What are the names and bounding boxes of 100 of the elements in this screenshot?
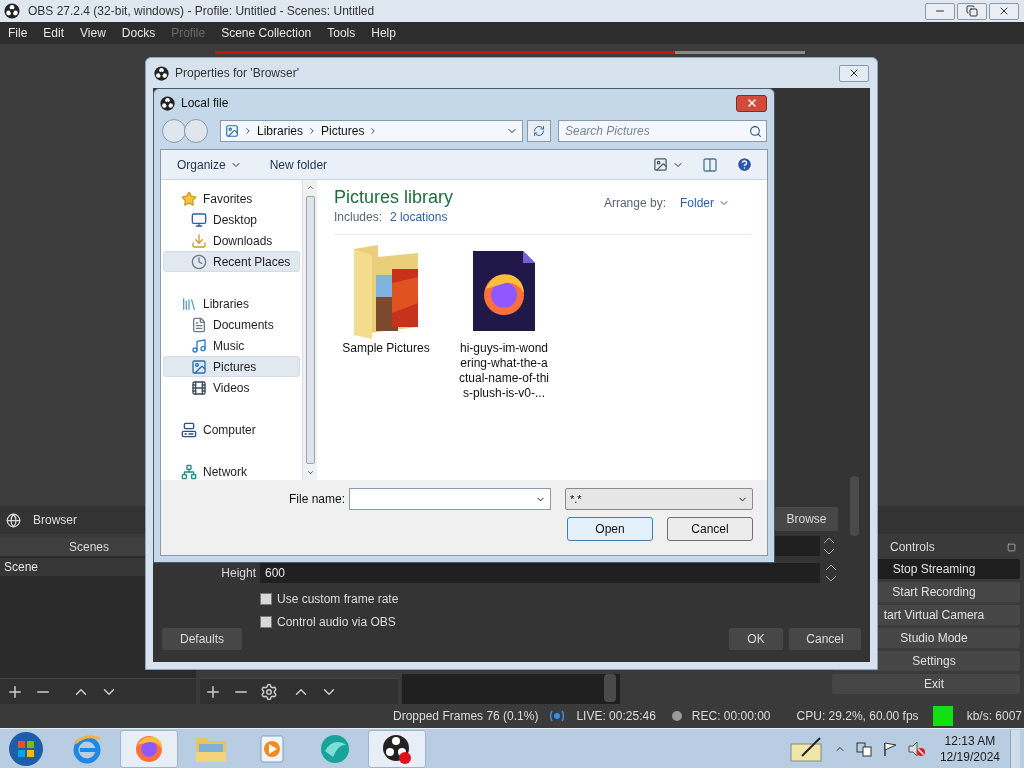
obs-logo-icon [4,3,20,19]
menu-item[interactable]: Help [371,24,396,42]
minimize-button[interactable] [925,2,955,20]
arrange-dropdown[interactable]: Folder [680,194,730,212]
clock-date[interactable]: 12/19/2024 [939,748,1000,765]
scroll-down-icon[interactable] [305,468,315,477]
flag-icon[interactable] [881,740,898,757]
menu-item[interactable]: View [80,24,106,42]
restore-icon [966,5,978,17]
nav-item[interactable]: Downloads [163,230,300,251]
file-name-field[interactable] [349,488,551,510]
close-button[interactable] [736,94,767,112]
cancel-button[interactable]: Cancel [667,517,753,541]
defaults-button[interactable]: Defaults [162,628,242,650]
dialog-title: Properties for 'Browser' [175,65,299,82]
monitor-icon [191,211,207,228]
spinner-icon[interactable] [824,563,838,583]
nav-item[interactable]: Videos [163,377,300,398]
status-square-icon [932,706,953,726]
live-time: LIVE: 00:25:46 [576,708,656,725]
dock-title: Scenes [69,539,109,556]
download-icon [191,232,207,249]
checkbox-label: Control audio via OBS [277,614,396,631]
scrollbar [604,674,616,702]
clock-time[interactable]: 12:13 AM [944,732,996,749]
nav-item[interactable]: Documents [163,314,300,335]
new-folder-button[interactable]: New folder [269,155,328,174]
nav-item[interactable]: Libraries [163,293,300,314]
checkbox[interactable] [260,593,272,605]
record-dot-icon [671,711,682,721]
organize-button[interactable]: Organize [177,155,242,174]
forward-button[interactable] [184,119,208,143]
nav-item[interactable]: Recent Places [163,251,300,272]
dropped-frames: Dropped Frames 76 (0.1%) [393,707,539,725]
cancel-button[interactable]: Cancel [789,628,861,650]
control-button[interactable]: Exit [832,674,1020,694]
nav-item[interactable]: Favorites [163,188,300,209]
nav-item[interactable]: Computer [163,419,300,440]
library-title: Pictures library [334,186,454,208]
locations-link[interactable]: 2 locations [390,208,448,226]
dock-title: Controls [890,539,935,556]
orb-app-icon [319,732,351,765]
scrollbar-thumb[interactable] [305,196,315,464]
pen-tablet-icon[interactable] [789,735,824,762]
help-icon[interactable] [736,156,753,173]
clock-icon [191,253,207,270]
network-icon [181,463,197,480]
file-type-dropdown[interactable]: *.* [565,488,753,510]
scroll-up-icon[interactable] [305,183,315,192]
menu-item[interactable]: Tools [327,24,356,42]
nav-item[interactable]: Desktop [163,209,300,230]
settings-icon[interactable] [260,682,278,701]
browse-button[interactable]: Browse [775,507,838,531]
menu-item[interactable]: File [8,24,28,42]
arrange-label: Arrange by: [603,195,666,212]
includes-label: Includes: [334,209,383,226]
file-name-label: File name: [288,491,345,508]
star-icon [181,190,197,207]
breadcrumb-item[interactable]: Pictures [321,122,365,140]
broadcast-icon [548,709,567,723]
view-icon[interactable] [653,157,668,172]
muted-speaker-icon[interactable] [907,740,926,757]
close-button[interactable] [989,2,1019,20]
ok-button[interactable]: OK [729,628,783,650]
refresh-icon [533,125,545,137]
dialog-title: Local file [181,95,229,112]
network-icon[interactable] [855,740,872,757]
height-field[interactable]: 600 [260,563,820,583]
nav-item[interactable]: Music [163,335,300,356]
search-icon[interactable] [749,124,762,138]
spinner-icon[interactable] [822,536,836,556]
file-name: Sample Pictures [341,341,431,356]
start-orb-icon[interactable] [6,729,46,768]
refresh-button[interactable] [527,120,551,142]
close-button[interactable] [839,64,869,82]
computer-icon [181,421,197,438]
checkbox[interactable] [260,616,272,628]
back-button[interactable] [162,119,186,143]
nav-item[interactable]: Network [163,461,300,482]
image-icon [191,358,207,375]
obs-logo-icon [154,65,169,81]
preview-pane-icon[interactable] [702,156,718,173]
library-icon [225,124,239,138]
bitrate: kb/s: 6007 [966,708,1022,725]
taskbar-app[interactable] [368,729,426,768]
search-field[interactable]: Search Pictures [558,120,767,142]
rec-time: REC: 00:00:00 [691,708,771,725]
cpu-usage: CPU: 29.2%, 60.00 fps [796,708,919,725]
menu-item[interactable]: Docks [121,24,156,42]
nav-item[interactable]: Pictures [163,356,300,377]
open-button[interactable]: Open [567,517,653,541]
film-icon [191,379,207,396]
window-title: OBS 27.2.4 (32-bit, windows) - Profile: Untitled - Scenes: Untitled [28,3,375,20]
document-icon [191,316,207,333]
breadcrumb-item[interactable]: Libraries [257,122,304,140]
float-icon[interactable] [1007,542,1016,552]
checkbox-label: Use custom frame rate [277,591,399,608]
menu-item[interactable]: Scene Collection [221,24,312,42]
address-bar[interactable]: Libraries Pictures [220,120,523,142]
menu-item[interactable]: Edit [43,24,65,42]
